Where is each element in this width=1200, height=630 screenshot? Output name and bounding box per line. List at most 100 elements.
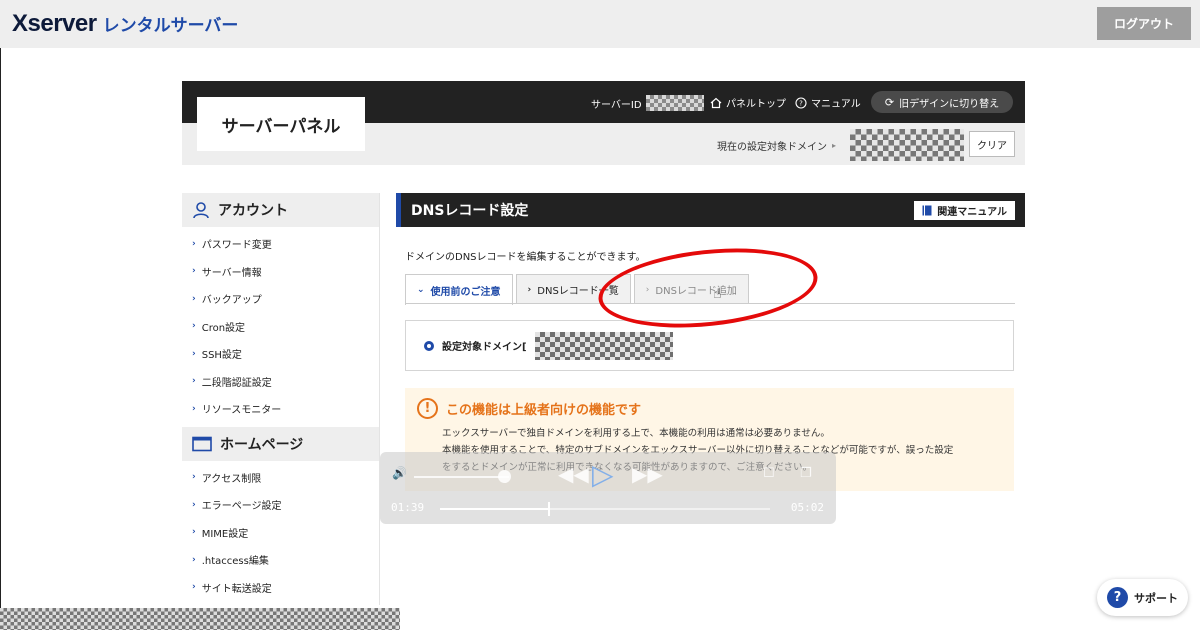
sidebar-item-resource-monitor[interactable]: › リソースモニター xyxy=(182,395,379,423)
picture-in-picture-icon[interactable]: ❐ xyxy=(800,466,812,481)
homepage-menu: › アクセス制限 › エラーページ設定 › MIME設定 › .htaccess編集 ›… xyxy=(182,461,379,606)
sidebar-item-label: エラーページ設定 xyxy=(201,501,282,513)
panel-top-link[interactable]: パネルトップ xyxy=(710,95,786,110)
manual-link[interactable]: ? マニュアル xyxy=(795,95,861,110)
bullet-circle-icon xyxy=(424,340,434,351)
chevron-right-icon: › xyxy=(192,321,196,332)
chevron-right-icon: › xyxy=(192,582,196,593)
sidebar-item-label: 二段階認証設定 xyxy=(201,377,272,389)
help-circle-icon: ? xyxy=(795,96,807,109)
seek-progress xyxy=(440,508,549,510)
related-manual-label: 関連マニュアル xyxy=(937,207,1007,218)
sidebar-heading-label: アカウント xyxy=(218,203,288,219)
volume-icon[interactable]: 🔊 xyxy=(392,466,407,480)
sidebar-item-label: アクセス制限 xyxy=(201,473,262,485)
sidebar: アカウント › パスワード変更 › サーバー情報 › バックアップ › Cron設定 ›… xyxy=(182,193,380,605)
refresh-icon: ⟳ xyxy=(884,95,895,109)
exclamation-icon: ! xyxy=(417,398,438,419)
sidebar-item-cron[interactable]: › Cron設定 xyxy=(182,313,379,341)
sidebar-item-error-page[interactable]: › エラーページ設定 xyxy=(182,491,379,519)
support-button[interactable]: ? サポート xyxy=(1097,579,1188,616)
sidebar-item-server-info[interactable]: › サーバー情報 xyxy=(182,258,379,286)
old-design-label: 旧デザインに切り替え xyxy=(899,98,1000,110)
sidebar-item-label: バックアップ xyxy=(201,295,262,307)
volume-slider[interactable] xyxy=(414,476,509,478)
account-menu: › パスワード変更 › サーバー情報 › バックアップ › Cron設定 › SSH設定 … xyxy=(182,227,379,427)
top-bar: Xserver レンタルサーバー ログアウト xyxy=(0,0,1200,48)
user-icon xyxy=(193,202,209,219)
logo-text: Xserver xyxy=(12,10,97,37)
sidebar-item-htaccess[interactable]: › .htaccess編集 xyxy=(182,546,379,574)
arrow-right-icon: ▸ xyxy=(832,141,837,150)
clear-button[interactable]: クリア xyxy=(969,131,1015,157)
bottom-redacted-strip xyxy=(0,608,400,630)
manual-label: マニュアル xyxy=(811,99,861,110)
sidebar-item-site-redirect[interactable]: › サイト転送設定 xyxy=(182,574,379,602)
sidebar-item-backup[interactable]: › バックアップ xyxy=(182,285,379,313)
chevron-right-icon: › xyxy=(192,238,196,249)
chevron-right-icon: › xyxy=(192,472,196,483)
chevron-right-icon: › xyxy=(192,403,196,414)
current-time: 01:39 xyxy=(391,501,425,514)
sidebar-item-label: サイト転送設定 xyxy=(201,583,272,595)
server-panel-header: サーバーID パネルトップ ? マニュアル ⟳ 旧デザインに切り替え サーバーパ… xyxy=(182,81,1025,165)
server-id: サーバーID xyxy=(591,95,704,111)
chevron-right-icon: › xyxy=(192,499,196,510)
current-domain-text: 現在の設定対象ドメイン xyxy=(717,142,827,153)
sidebar-item-label: サーバー情報 xyxy=(201,267,262,279)
page-title: サーバーパネル xyxy=(197,97,365,151)
related-manual-button[interactable]: 関連マニュアル xyxy=(914,201,1015,220)
sidebar-item-label: リソースモニター xyxy=(201,405,282,417)
browser-window-icon xyxy=(192,436,212,451)
panel-top-label: パネルトップ xyxy=(726,99,786,110)
sidebar-item-ssh[interactable]: › SSH設定 xyxy=(182,340,379,368)
volume-slider-knob[interactable] xyxy=(498,470,511,483)
logout-button[interactable]: ログアウト xyxy=(1097,7,1191,40)
server-id-label: サーバーID xyxy=(591,99,642,111)
sidebar-item-label: SSH設定 xyxy=(201,350,242,362)
chevron-right-icon: › xyxy=(192,348,196,359)
share-icon[interactable]: ☐ xyxy=(763,466,775,481)
chevron-right-icon: › xyxy=(192,376,196,387)
sidebar-item-mime[interactable]: › MIME設定 xyxy=(182,519,379,547)
section-header: DNSレコード設定 関連マニュアル xyxy=(396,193,1025,227)
old-design-button[interactable]: ⟳ 旧デザインに切り替え xyxy=(871,91,1013,113)
seek-handle[interactable] xyxy=(547,502,550,516)
tab-precautions[interactable]: ⌄ 使用前のご注意 xyxy=(405,274,513,305)
support-label: サポート xyxy=(1134,591,1178,605)
logo-subtitle: レンタルサーバー xyxy=(102,16,239,36)
home-icon xyxy=(710,97,722,108)
warning-title: ! この機能は上級者向けの機能です xyxy=(417,398,1002,419)
current-domain-redacted xyxy=(850,129,964,161)
sidebar-heading-label: ホームページ xyxy=(220,436,304,453)
seek-bar[interactable] xyxy=(440,502,770,516)
chevron-right-icon: › xyxy=(192,266,196,277)
current-domain-label: 現在の設定対象ドメイン ▸ xyxy=(717,138,836,153)
section-description: ドメインのDNSレコードを編集することができます。 xyxy=(405,252,646,263)
play-icon[interactable]: ▷ xyxy=(592,458,614,491)
sidebar-item-2fa[interactable]: › 二段階認証設定 xyxy=(182,368,379,396)
sidebar-item-access-restriction[interactable]: › アクセス制限 xyxy=(182,464,379,492)
chevron-right-icon: › xyxy=(527,284,532,295)
warning-title-text: この機能は上級者向けの機能です xyxy=(446,403,642,418)
chevron-down-icon: ⌄ xyxy=(417,285,425,295)
question-icon: ? xyxy=(1107,587,1128,608)
target-domain-box: 設定対象ドメイン[ xyxy=(405,320,1014,371)
video-player-overlay: 🔊 ◀◀ ▷ ▶▶ ☐ ❐ 01:39 05:02 xyxy=(380,452,836,524)
target-domain-redacted xyxy=(534,331,673,360)
target-domain-label: 設定対象ドメイン[ xyxy=(442,342,527,353)
chevron-right-icon: › xyxy=(192,527,196,538)
page-left-border xyxy=(0,48,1,608)
server-id-redacted xyxy=(645,95,704,111)
sidebar-item-label: パスワード変更 xyxy=(201,240,272,252)
xserver-logo[interactable]: Xserver レンタルサーバー xyxy=(12,10,238,38)
sidebar-item-password[interactable]: › パスワード変更 xyxy=(182,230,379,258)
sidebar-item-label: MIME設定 xyxy=(201,528,249,540)
rewind-icon[interactable]: ◀◀ xyxy=(558,462,589,486)
chevron-right-icon: › xyxy=(192,554,196,565)
tab-label: 使用前のご注意 xyxy=(430,286,501,298)
total-time: 05:02 xyxy=(790,501,824,514)
chevron-right-icon: › xyxy=(192,293,196,304)
sidebar-item-label: Cron設定 xyxy=(201,322,246,334)
fast-forward-icon[interactable]: ▶▶ xyxy=(632,462,663,486)
